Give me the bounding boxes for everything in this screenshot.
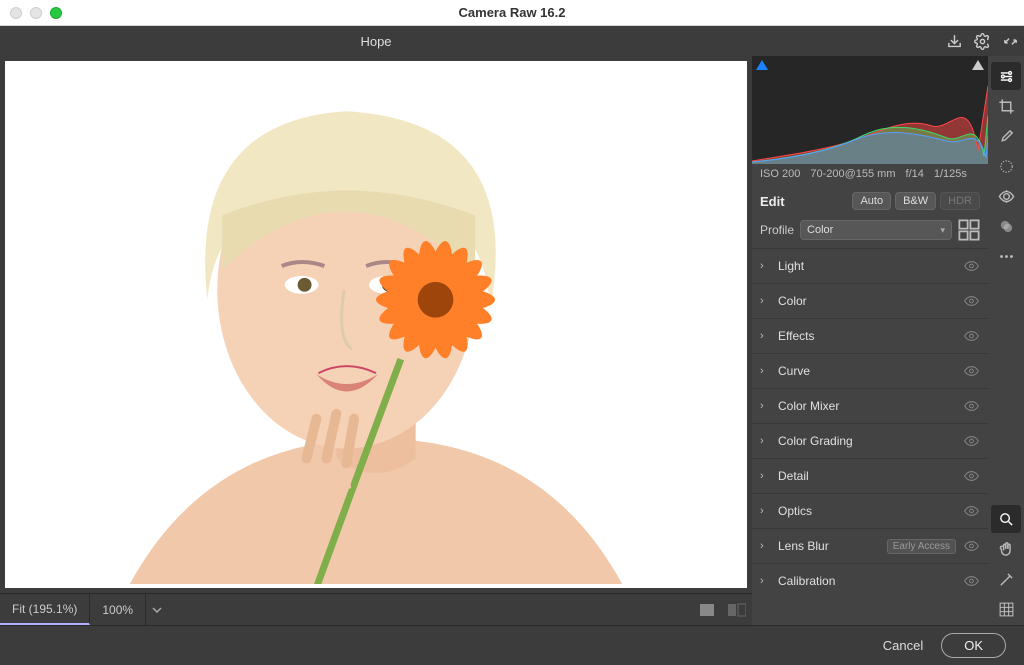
profile-select[interactable]: Color ▾ [800,220,952,240]
panel-label: Calibration [774,574,962,588]
document-name: Hope [0,34,752,49]
chevron-right-icon: › [760,575,774,587]
hand-tool-icon[interactable] [991,535,1021,563]
chevron-right-icon: › [760,330,774,342]
save-snapshot-icon[interactable] [940,27,968,55]
panel-accordion: ›Light›Color›Effects›Curve›Color Mixer›C… [752,248,988,626]
panel-light[interactable]: ›Light [752,248,988,283]
visibility-eye-icon[interactable] [962,505,980,517]
mask-tool-icon[interactable] [991,152,1021,180]
preview-image [9,65,743,584]
panel-calibration[interactable]: ›Calibration [752,563,988,598]
early-access-badge: Early Access [887,539,956,554]
zoom-fit-button[interactable]: Fit (195.1%) [0,594,90,625]
compare-view-icon[interactable] [722,594,752,625]
zoom-100-label: 100% [102,603,133,617]
window-controls [0,7,62,19]
exif-lens: 70-200@155 mm [810,168,895,180]
panel-label: Curve [774,364,962,378]
panel-label: Color Mixer [774,399,962,413]
profile-row: Profile Color ▾ [752,216,988,248]
close-window-button[interactable] [10,7,22,19]
panel-label: Light [774,259,962,273]
bw-button[interactable]: B&W [895,192,936,210]
profile-value: Color [807,224,833,236]
chevron-right-icon: › [760,295,774,307]
window-titlebar: Camera Raw 16.2 [0,0,1024,26]
healing-tool-icon[interactable] [991,122,1021,150]
edit-tool-icon[interactable] [991,62,1021,90]
panel-optics[interactable]: ›Optics [752,493,988,528]
panel-label: Color [774,294,962,308]
panel-label: Optics [774,504,962,518]
tool-rail [988,56,1024,625]
visibility-eye-icon[interactable] [962,365,980,377]
exif-iso: ISO 200 [760,168,800,180]
panel-label: Color Grading [774,434,962,448]
redeye-tool-icon[interactable] [991,182,1021,210]
chevron-right-icon: › [760,470,774,482]
visibility-eye-icon[interactable] [962,295,980,307]
panel-curve[interactable]: ›Curve [752,353,988,388]
chevron-right-icon: › [760,435,774,447]
ok-button[interactable]: OK [941,633,1006,658]
single-view-icon[interactable] [692,594,722,625]
panel-color-mixer[interactable]: ›Color Mixer [752,388,988,423]
chevron-right-icon: › [760,505,774,517]
edit-panel: ISO 200 70-200@155 mm f/14 1/125s Edit A… [752,56,988,626]
preferences-gear-icon[interactable] [968,27,996,55]
panel-color-grading[interactable]: ›Color Grading [752,423,988,458]
dialog-buttons: Cancel OK [0,625,1024,665]
exif-aperture: f/14 [906,168,924,180]
panel-label: Detail [774,469,962,483]
visibility-eye-icon[interactable] [962,575,980,587]
visibility-eye-icon[interactable] [962,470,980,482]
browse-profiles-icon[interactable] [958,220,980,240]
auto-button[interactable]: Auto [852,192,891,210]
hdr-button[interactable]: HDR [940,192,980,210]
cancel-button[interactable]: Cancel [883,638,923,653]
app-title: Camera Raw 16.2 [0,5,1024,20]
zoom-fit-label: Fit (195.1%) [12,602,77,616]
panel-label: Effects [774,329,962,343]
panel-detail[interactable]: ›Detail [752,458,988,493]
chevron-right-icon: › [760,365,774,377]
panel-effects[interactable]: ›Effects [752,318,988,353]
zoom-100-button[interactable]: 100% [90,594,146,625]
exif-shutter: 1/125s [934,168,967,180]
panel-label: Lens Blur [774,539,887,553]
exif-readout: ISO 200 70-200@155 mm f/14 1/125s [752,164,988,186]
visibility-eye-icon[interactable] [962,435,980,447]
preview-frame [0,56,752,593]
zoom-dropdown[interactable] [146,594,168,625]
toggle-fullscreen-icon[interactable] [996,27,1024,55]
snapshot-tool-icon[interactable] [991,212,1021,240]
sampler-tool-icon[interactable] [991,565,1021,593]
panel-color[interactable]: ›Color [752,283,988,318]
edit-header: Edit Auto B&W HDR [752,186,988,216]
chevron-down-icon: ▾ [940,225,945,236]
grid-tool-icon[interactable] [991,595,1021,623]
visibility-eye-icon[interactable] [962,330,980,342]
fullscreen-window-button[interactable] [50,7,62,19]
more-tools-icon[interactable] [991,242,1021,270]
minimize-window-button[interactable] [30,7,42,19]
chevron-right-icon: › [760,260,774,272]
visibility-eye-icon[interactable] [962,400,980,412]
zoom-tool-icon[interactable] [991,505,1021,533]
edit-title: Edit [760,194,848,209]
visibility-eye-icon[interactable] [962,540,980,552]
crop-tool-icon[interactable] [991,92,1021,120]
profile-label: Profile [760,223,794,237]
image-canvas[interactable] [5,61,747,588]
chevron-right-icon: › [760,400,774,412]
chevron-right-icon: › [760,540,774,552]
zoom-bar: Fit (195.1%) 100% [0,593,752,625]
visibility-eye-icon[interactable] [962,260,980,272]
document-bar: Hope [0,26,1024,56]
panel-lens-blur[interactable]: ›Lens BlurEarly Access [752,528,988,563]
histogram[interactable] [752,56,988,164]
